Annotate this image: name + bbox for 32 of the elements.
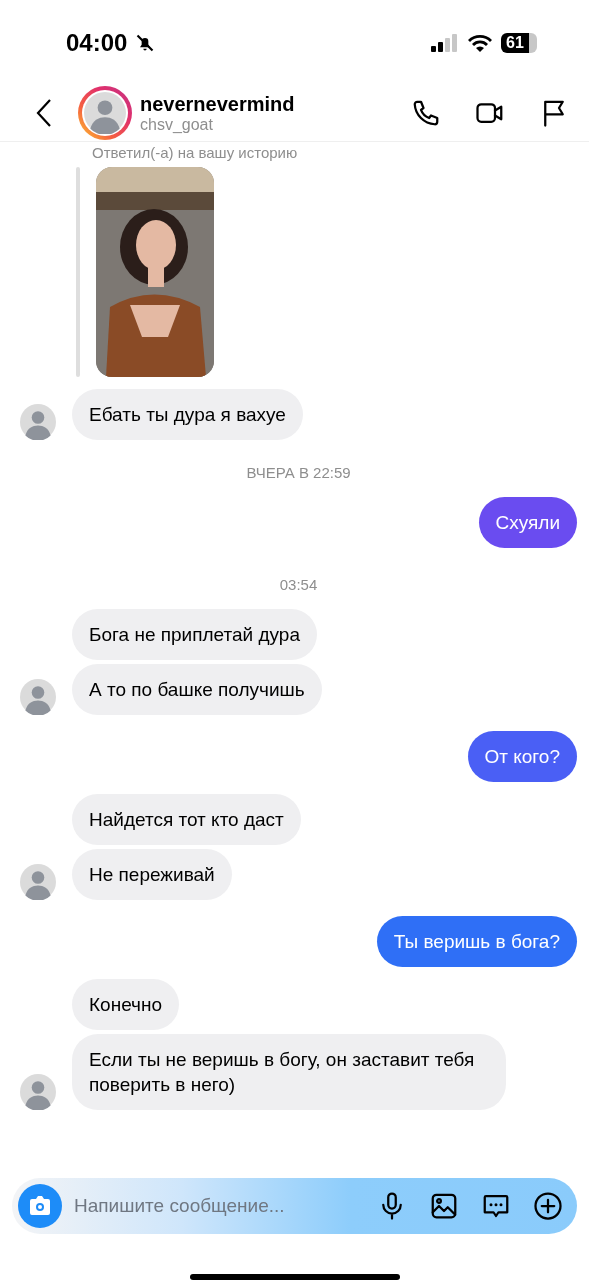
story-reply-note: Ответил(-а) на вашу историю (92, 144, 299, 161)
message-bubble: Ты веришь в бога? (376, 916, 577, 967)
camera-button[interactable] (18, 1184, 62, 1228)
avatar-icon (20, 679, 56, 715)
user-handle: chsv_goat (140, 115, 214, 134)
message-bubble: Ебать ты дура я вахуе (72, 389, 303, 440)
avatar-icon (20, 1074, 56, 1110)
back-icon[interactable] (36, 98, 52, 128)
message-bubble: Схуяли (478, 497, 577, 548)
add-icon[interactable] (533, 1191, 563, 1221)
message-bubble: Конечно (72, 979, 180, 1030)
message-bubble: Бога не приплетай дура (72, 609, 317, 660)
timestamp: 03:54 (278, 576, 319, 593)
gallery-icon[interactable] (429, 1191, 459, 1221)
avatar-icon (20, 864, 56, 900)
timestamp: ВЧЕРА В 22:59 (245, 464, 352, 481)
message-bubble: Найдется тот кто даст (72, 794, 301, 845)
message-bubble: Если ты не веришь в богу, он заставит тебя поверить в него) (72, 1034, 506, 1110)
battery-indicator: 61 (501, 32, 537, 53)
clock: 04:00 (66, 28, 128, 57)
bell-muted-icon (135, 32, 156, 53)
username: nevernevermind (140, 92, 296, 116)
message-bubble: От кого? (467, 731, 577, 782)
camera-icon (28, 1195, 52, 1217)
phone-icon[interactable] (411, 98, 441, 128)
message-bubble: А то по башке получишь (72, 664, 322, 715)
message-bubble: Не переживай (72, 849, 232, 900)
story-ring[interactable] (78, 86, 132, 140)
wifi-icon (467, 32, 493, 53)
avatar-icon (20, 404, 56, 440)
signal-icon (431, 32, 459, 53)
avatar-icon (84, 92, 126, 134)
